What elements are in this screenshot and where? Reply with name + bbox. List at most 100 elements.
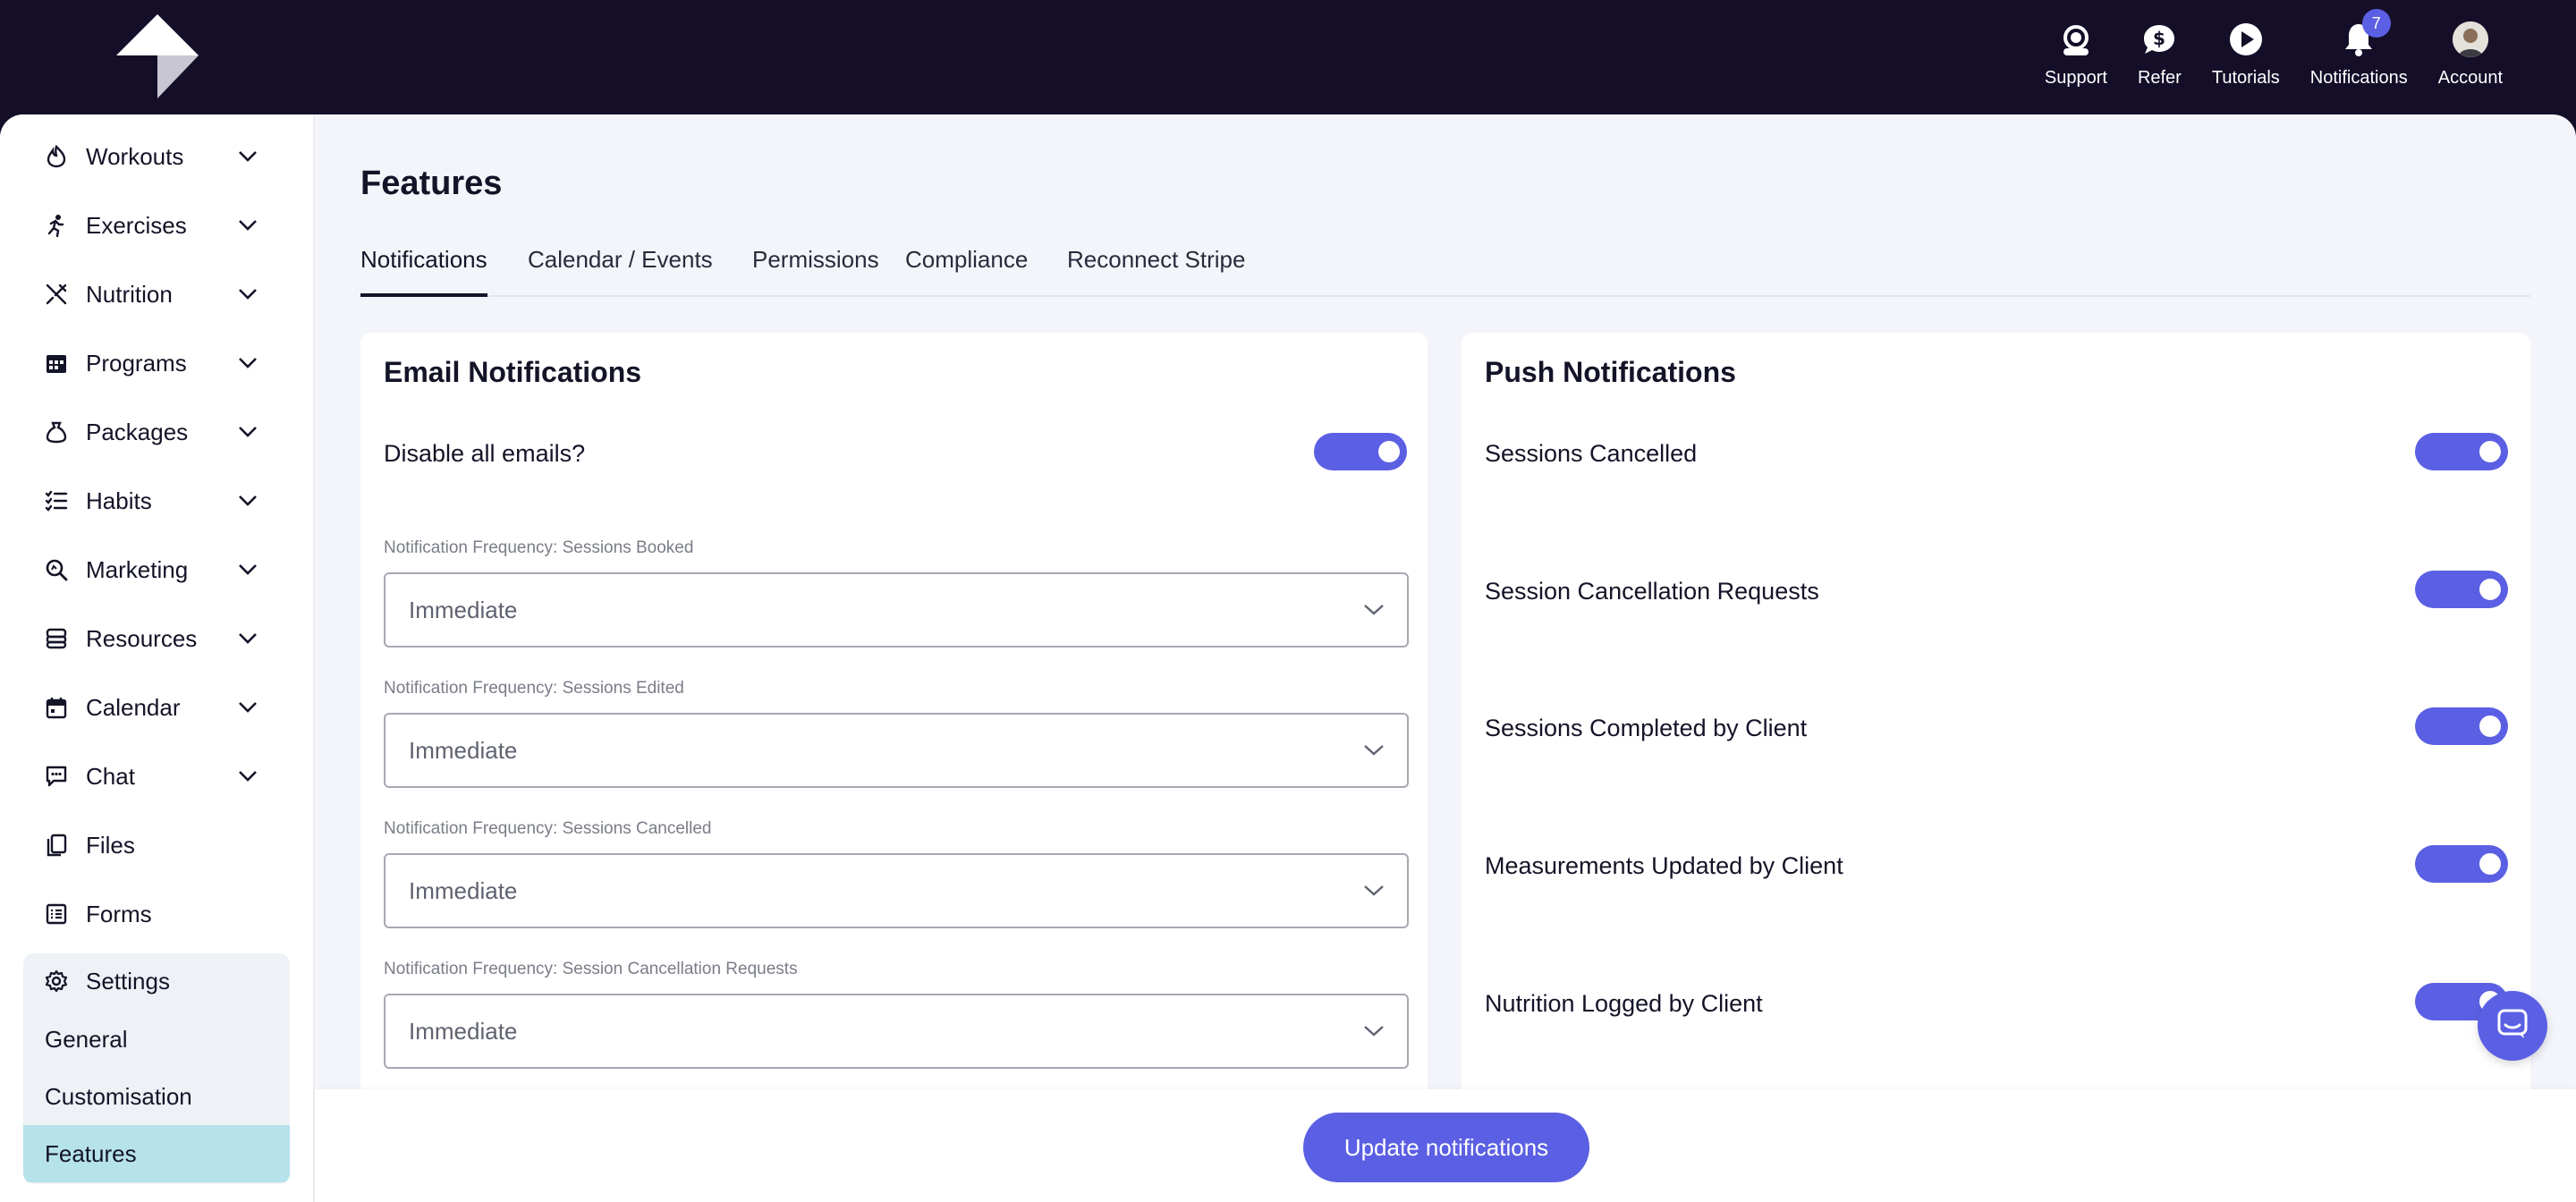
push-notifications-card: Push Notifications Sessions Cancelled Se… xyxy=(1462,333,2530,1202)
chat-bubble-icon xyxy=(2496,1007,2529,1045)
push-toggle-measurements-updated[interactable] xyxy=(2415,845,2508,883)
sidebar-item-workouts[interactable]: Workouts xyxy=(45,134,259,179)
refer-button[interactable]: $ Refer xyxy=(2138,20,2182,95)
chevron-down-icon[interactable] xyxy=(236,351,259,375)
gear-icon xyxy=(45,969,68,993)
checklist-icon xyxy=(45,489,68,512)
chevron-down-icon xyxy=(1362,598,1385,622)
database-icon xyxy=(45,627,68,650)
push-item-label: Measurements Updated by Client xyxy=(1485,852,1843,879)
sidebar-item-label: Calendar xyxy=(86,693,181,721)
toggle-knob xyxy=(1378,441,1400,462)
sidebar-item-label: Marketing xyxy=(86,555,189,583)
sidebar-item-habits[interactable]: Habits xyxy=(45,478,259,523)
chevron-down-icon[interactable] xyxy=(236,283,259,306)
chevron-down-icon[interactable] xyxy=(236,145,259,168)
support-button[interactable]: Support xyxy=(2045,20,2107,95)
email-notifications-card: Email Notifications Disable all emails? … xyxy=(360,333,1428,1202)
toggle-knob xyxy=(2479,715,2501,737)
sidebar-item-label: Files xyxy=(86,831,135,859)
tab-calendar-events[interactable]: Calendar / Events xyxy=(528,241,713,297)
avatar xyxy=(2452,21,2488,57)
sidebar-item-label: Habits xyxy=(86,487,152,514)
top-nav: Support $ Refer Tutorials Notifications … xyxy=(2014,9,2503,95)
sidebar-item-packages[interactable]: Packages xyxy=(45,410,259,454)
dollar-chat-icon: $ xyxy=(2140,20,2179,59)
chevron-down-icon[interactable] xyxy=(236,489,259,512)
push-item-label: Nutrition Logged by Client xyxy=(1485,990,1763,1017)
frequency-select-sessions-booked[interactable]: Immediate xyxy=(384,572,1409,648)
chevron-down-icon xyxy=(1362,1020,1385,1043)
sidebar-item-marketing[interactable]: Marketing xyxy=(45,547,259,592)
push-toggle-cancellation-requests[interactable] xyxy=(2415,571,2508,608)
disable-emails-toggle[interactable] xyxy=(1314,433,1407,470)
sidebar-sub-features[interactable]: Features xyxy=(23,1125,290,1182)
avatar-wrap xyxy=(2451,20,2490,59)
sidebar-item-label: Workouts xyxy=(86,142,184,170)
chevron-down-icon[interactable] xyxy=(236,558,259,581)
notifications-button[interactable]: Notifications 7 xyxy=(2309,9,2408,95)
sidebar-item-label: Chat xyxy=(86,762,135,790)
chevron-down-icon[interactable] xyxy=(236,696,259,719)
toggle-knob xyxy=(2479,579,2501,600)
headset-icon xyxy=(2056,20,2096,59)
tabs: Notifications Calendar / Events Permissi… xyxy=(360,241,2530,297)
sidebar-item-resources[interactable]: Resources xyxy=(45,616,259,661)
push-item-label: Sessions Cancelled xyxy=(1485,440,1698,467)
chevron-down-icon[interactable] xyxy=(236,765,259,788)
field-label: Notification Frequency: Sessions Cancell… xyxy=(384,819,712,838)
push-toggle-sessions-completed[interactable] xyxy=(2415,707,2508,745)
tab-reconnect-stripe[interactable]: Reconnect Stripe xyxy=(1067,241,1245,297)
calendar-icon xyxy=(45,696,68,719)
account-button[interactable]: Account xyxy=(2438,20,2503,95)
field-label: Notification Frequency: Sessions Edited xyxy=(384,679,684,698)
sidebar-item-settings[interactable]: Settings xyxy=(45,959,277,1003)
support-chat-button[interactable] xyxy=(2478,991,2547,1061)
frequency-select-sessions-edited[interactable]: Immediate xyxy=(384,713,1409,788)
support-label: Support xyxy=(2044,68,2107,88)
sidebar-item-label: Resources xyxy=(86,624,198,652)
tab-compliance[interactable]: Compliance xyxy=(905,241,1028,297)
sidebar-item-forms[interactable]: Forms xyxy=(45,892,259,936)
frequency-select-cancellation-requests[interactable]: Immediate xyxy=(384,994,1409,1069)
disable-emails-label: Disable all emails? xyxy=(384,440,586,467)
tab-notifications[interactable]: Notifications xyxy=(360,241,487,297)
chevron-down-icon xyxy=(1362,739,1385,762)
select-value: Immediate xyxy=(409,876,518,904)
files-icon xyxy=(45,834,68,857)
sidebar-item-programs[interactable]: Programs xyxy=(45,341,259,385)
sidebar-sub-general[interactable]: General xyxy=(23,1011,290,1068)
chevron-down-icon[interactable] xyxy=(236,420,259,444)
select-value: Immediate xyxy=(409,1017,518,1045)
push-toggle-sessions-cancelled[interactable] xyxy=(2415,433,2508,470)
play-icon xyxy=(2226,20,2266,59)
bottom-action-bar: Update notifications xyxy=(315,1089,2576,1202)
sidebar-item-chat[interactable]: Chat xyxy=(45,754,259,799)
sidebar-item-label: Settings xyxy=(86,967,170,995)
brand-logo[interactable] xyxy=(111,13,204,102)
sidebar-sub-customisation[interactable]: Customisation xyxy=(23,1068,290,1125)
sidebar-item-nutrition[interactable]: Nutrition xyxy=(45,272,259,317)
tutorials-button[interactable]: Tutorials xyxy=(2212,20,2280,95)
toggle-knob xyxy=(2479,441,2501,462)
update-notifications-button[interactable]: Update notifications xyxy=(1303,1113,1589,1182)
frequency-select-sessions-cancelled[interactable]: Immediate xyxy=(384,853,1409,928)
search-magnify-icon xyxy=(45,558,68,581)
page-title: Features xyxy=(360,165,503,202)
tab-permissions[interactable]: Permissions xyxy=(752,241,879,297)
sidebar: Workouts Exercises Nutrition Programs Pa… xyxy=(0,114,315,1202)
refer-label: Refer xyxy=(2137,68,2182,88)
push-item-label: Session Cancellation Requests xyxy=(1485,578,1819,605)
chevron-down-icon[interactable] xyxy=(236,627,259,650)
sidebar-item-files[interactable]: Files xyxy=(45,823,259,868)
chevron-down-icon[interactable] xyxy=(236,214,259,237)
field-label: Notification Frequency: Sessions Booked xyxy=(384,538,694,557)
sidebar-item-calendar[interactable]: Calendar xyxy=(45,685,259,730)
sidebar-item-label: Nutrition xyxy=(86,280,173,308)
sidebar-item-label: Forms xyxy=(86,900,152,927)
push-item-label: Sessions Completed by Client xyxy=(1485,715,1808,741)
chat-icon xyxy=(45,765,68,788)
notifications-label: Notifications xyxy=(2309,68,2408,88)
sidebar-item-exercises[interactable]: Exercises xyxy=(45,203,259,248)
select-value: Immediate xyxy=(409,596,518,623)
